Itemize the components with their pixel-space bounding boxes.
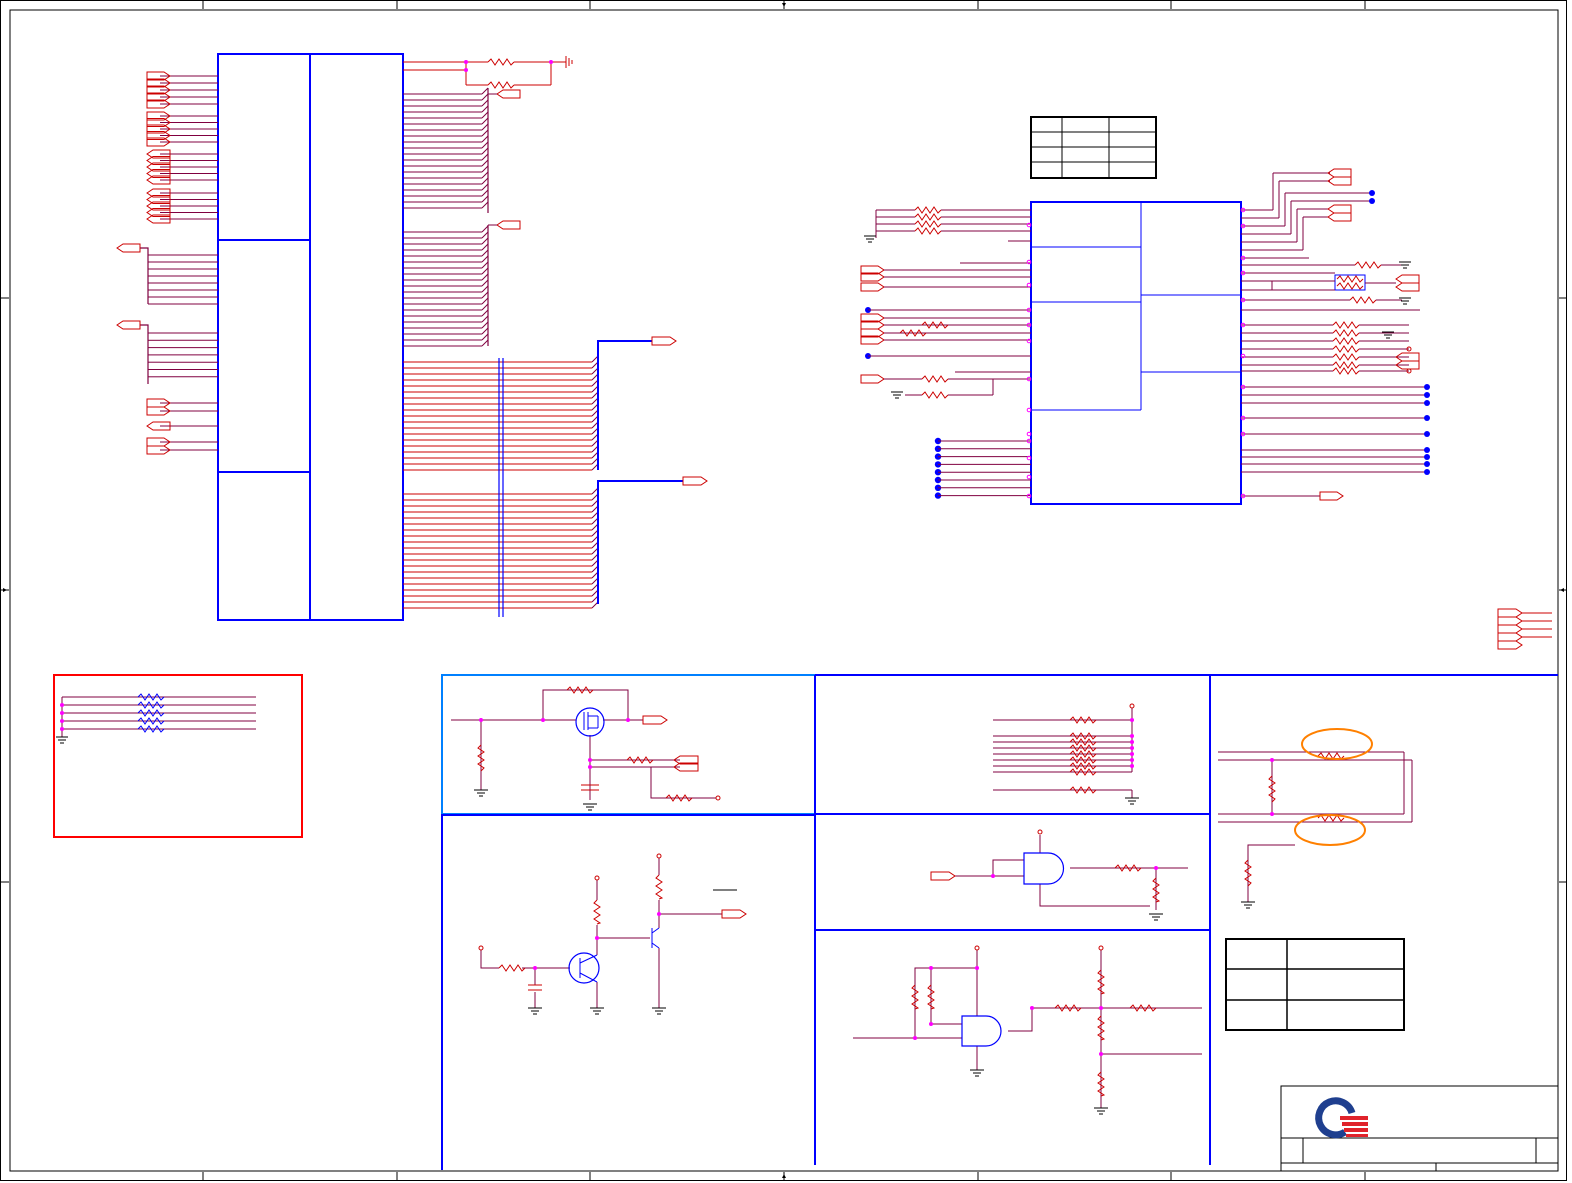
series-resistor-pair xyxy=(1218,728,1413,909)
right-edge-connectors xyxy=(1497,608,1552,650)
bga-ic-symbol xyxy=(148,53,592,621)
npn-transistor-icon xyxy=(568,952,600,984)
and-gate-divider xyxy=(853,945,1202,1115)
ic-right-pins xyxy=(403,93,592,609)
mosfet-switch xyxy=(451,686,721,811)
and-gate-icon xyxy=(1023,852,1065,885)
strap-option-table-top xyxy=(1030,116,1157,179)
left-bus-brackets xyxy=(140,247,149,384)
interface-ic-symbol xyxy=(1030,201,1242,505)
and-gate-icon xyxy=(961,1015,1002,1047)
pull-up-resistor-array xyxy=(993,703,1139,805)
ic-left-pins xyxy=(148,75,218,451)
bus-outputs xyxy=(498,336,708,617)
company-logo-icon xyxy=(1315,1097,1368,1139)
transistor-driver xyxy=(478,853,747,1015)
and-gate-buffer xyxy=(930,829,1188,921)
section-borders xyxy=(441,674,1558,1170)
note-box xyxy=(53,674,303,838)
interface-ic-wiring xyxy=(860,168,1430,501)
mosfet-icon xyxy=(575,707,605,737)
sheet-frame xyxy=(0,0,1567,1181)
highlight-ellipse-bottom xyxy=(1294,814,1366,846)
schematic-sheet xyxy=(0,0,1567,1181)
left-bus-flags xyxy=(116,243,141,330)
strap-option-table-bottom xyxy=(1225,938,1405,1031)
highlight-ellipse-top xyxy=(1301,728,1373,760)
